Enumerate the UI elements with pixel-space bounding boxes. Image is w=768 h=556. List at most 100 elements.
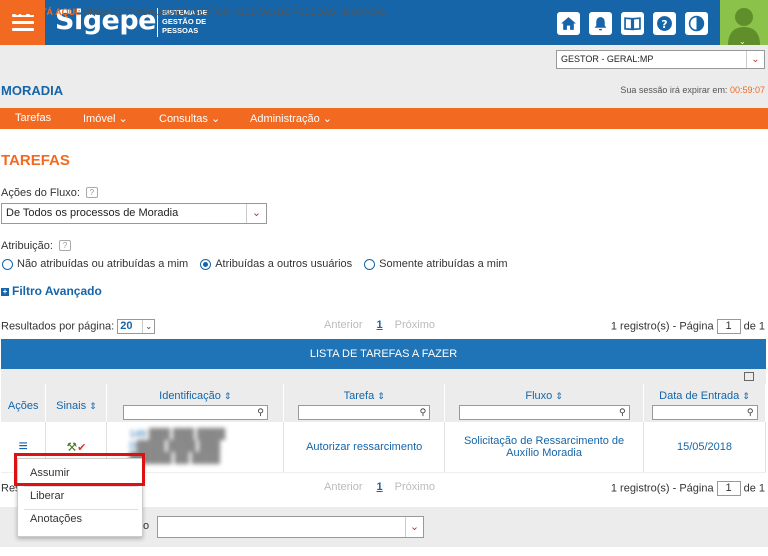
next-link[interactable]: Próximo (395, 319, 435, 331)
results-per-page: Resultados por página: 20 ⌄ (1, 319, 156, 334)
col-label: Tarefa (343, 390, 375, 402)
col-identificacao[interactable]: Identificação ⇕ ⚲ (106, 384, 285, 422)
current-page-link[interactable]: 1 (377, 481, 383, 493)
help-tooltip-icon[interactable]: ? (58, 240, 71, 251)
grid-toolbar (1, 369, 766, 384)
rpp-label: Resultados por página: (1, 320, 115, 333)
id-part: D (129, 440, 137, 452)
menu-divider (24, 509, 138, 510)
nav-administracao[interactable]: Administração ⌄ (250, 112, 332, 125)
menu-item-anotacoes[interactable]: Anotações (30, 513, 82, 525)
rpp-value: 20 (120, 320, 133, 332)
radio-button[interactable] (2, 258, 13, 270)
page-title: TAREFAS (1, 152, 70, 169)
atribuicao-label: Atribuição:? (1, 240, 71, 252)
sort-icon[interactable]: ⇕ (742, 391, 750, 401)
nav-imovel[interactable]: Imóvel ⌄ (83, 112, 128, 125)
col-label: Identificação (159, 390, 221, 402)
col-acoes: Ações (1, 384, 47, 422)
filter-tarefa-input[interactable]: ⚲ (298, 405, 431, 420)
module-title: MORADIA (1, 83, 64, 98)
pager-top: Resultados por página: 20 ⌄ Anterior 1 Próx… (0, 318, 768, 334)
restore-columns-icon[interactable] (744, 372, 754, 381)
main-nav: Tarefas Imóvel ⌄ Consultas ⌄ Administraç… (0, 108, 768, 129)
nav-consultas[interactable]: Consultas ⌄ (159, 112, 220, 125)
page-total: de 1 (743, 482, 765, 495)
sort-icon[interactable]: ⇕ (377, 391, 385, 401)
col-tarefa[interactable]: Tarefa ⇕ ⚲ (283, 384, 446, 422)
home-icon[interactable] (557, 12, 580, 35)
col-data-entrada[interactable]: Data de Entrada ⇕ ⚲ (643, 384, 766, 422)
rpp-select[interactable]: 20 ⌄ (117, 319, 156, 334)
col-label: Data de Entrada (659, 390, 740, 402)
page-navigation: Anterior 1 Próximo (324, 481, 435, 493)
filter-data-input[interactable]: ⚲ (651, 405, 758, 420)
chevron-down-icon: ⌄ (142, 320, 154, 333)
filter-fluxo-input[interactable]: ⚲ (458, 405, 630, 420)
col-label: Ações (7, 400, 39, 412)
session-label: Sua sessão irá expirar em: (620, 85, 728, 95)
acoes-label-text: Ações do Fluxo: (1, 187, 80, 199)
sort-icon[interactable]: ⇕ (89, 401, 97, 411)
bottom-select[interactable]: ⌄ (157, 516, 424, 538)
row-tarefa-cell[interactable]: Autorizar ressarcimento (283, 422, 446, 473)
list-title: LISTA DE TAREFAS A FAZER (1, 339, 766, 369)
breadcrumb-path[interactable]: ÁREA DE TRABALHO DO GESTOR › GESTÃO DE P… (83, 7, 385, 17)
current-page-link[interactable]: 1 (377, 319, 383, 331)
next-link[interactable]: Próximo (395, 481, 435, 493)
search-icon[interactable]: ⚲ (619, 407, 626, 418)
bell-icon[interactable] (589, 12, 612, 35)
search-icon[interactable]: ⚲ (747, 407, 754, 418)
radio-somente-mim[interactable]: Somente atribuídas a mim (364, 258, 508, 270)
profile-select-value: GESTOR - GERAL:MP (561, 54, 654, 64)
page-input[interactable]: 1 (716, 481, 741, 496)
breadcrumb-prefix: VOCÊ ESTÁ AQUI: (1, 7, 81, 17)
profile-select[interactable]: GESTOR - GERAL:MP ⌄ (556, 50, 765, 69)
highlight-box (14, 453, 145, 486)
page-total: de 1 (743, 320, 765, 333)
search-icon[interactable]: ⚲ (420, 407, 427, 418)
nav-tarefas[interactable]: Tarefas (15, 112, 51, 124)
prev-link[interactable]: Anterior (324, 481, 363, 493)
menu-item-liberar[interactable]: Liberar (30, 490, 64, 502)
radio-nao-atribuidas[interactable]: Não atribuídas ou atribuídas a mim (2, 258, 188, 270)
fluxo-value: Solicitação de Ressarcimento de Auxílio … (463, 434, 625, 459)
chevron-down-icon: ⌄ (405, 517, 423, 537)
chevron-down-icon: ⌄ (746, 51, 764, 68)
contrast-icon[interactable] (685, 12, 708, 35)
col-sinais[interactable]: Sinais ⇕ (45, 384, 108, 422)
data-value: 15/05/2018 (676, 440, 733, 453)
advanced-filter-label: Filtro Avançado (12, 284, 102, 298)
row-data-cell: 15/05/2018 (643, 422, 766, 473)
acoes-fluxo-select[interactable]: De Todos os processos de Moradia ⌄ (1, 203, 267, 224)
radio-label: Somente atribuídas a mim (379, 258, 508, 270)
help-icon[interactable]: ? (653, 12, 676, 35)
record-count-text: 1 registro(s) - Página (610, 320, 714, 333)
radio-button-checked[interactable] (200, 258, 212, 270)
record-count: 1 registro(s) - Página 1 de 1 (611, 481, 765, 496)
col-label: Sinais ⇕ (46, 400, 106, 412)
svg-text:?: ? (661, 18, 667, 31)
id-part: 149 (129, 428, 147, 440)
atribuicao-label-text: Atribuição: (1, 240, 53, 252)
col-fluxo[interactable]: Fluxo ⇕ ⚲ (444, 384, 645, 422)
col-label: Fluxo (525, 390, 553, 402)
acoes-fluxo-value: De Todos os processos de Moradia (6, 207, 179, 219)
menu-divider (24, 486, 138, 487)
sort-icon[interactable]: ⇕ (555, 391, 563, 401)
prev-link[interactable]: Anterior (324, 319, 363, 331)
book-icon[interactable] (621, 12, 644, 35)
user-avatar[interactable]: ⌄ (720, 0, 768, 45)
row-fluxo-cell: Solicitação de Ressarcimento de Auxílio … (444, 422, 645, 473)
sort-icon[interactable]: ⇕ (224, 391, 232, 401)
advanced-filter-link[interactable]: + Filtro Avançado (1, 284, 102, 298)
col-label-text: Sinais (56, 400, 87, 412)
radio-atribuidas-outros[interactable]: Atribuídas a outros usuários (200, 258, 352, 270)
search-icon[interactable]: ⚲ (257, 407, 264, 418)
help-tooltip-icon[interactable]: ? (85, 187, 98, 198)
page-input[interactable]: 1 (716, 319, 741, 334)
signal-icon: ⚒ (66, 439, 78, 454)
filter-identificacao-input[interactable]: ⚲ (122, 405, 268, 420)
radio-button[interactable] (364, 258, 376, 270)
tarefa-value[interactable]: Autorizar ressarcimento (306, 441, 422, 453)
